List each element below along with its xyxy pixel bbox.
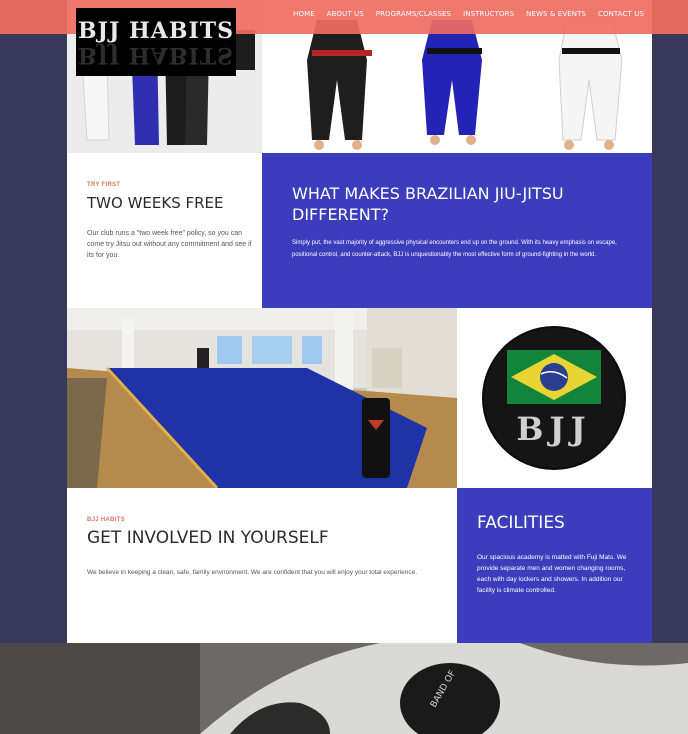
nav-home[interactable]: HOME	[293, 10, 315, 18]
site-logo[interactable]: BJJ HABITS BJJ HABITS	[76, 8, 236, 76]
get-involved-section: BJJ HABITS GET INVOLVED IN YOURSELF We b…	[67, 488, 457, 643]
logo-reflection: BJJ HABITS	[77, 42, 235, 68]
try-first-section: TRY FIRST TWO WEEKS FREE Our club runs a…	[67, 153, 262, 308]
bjj-info-title: WHAT MAKES BRAZILIAN JIU-JITSU DIFFERENT…	[292, 184, 564, 224]
logo-text: BJJ HABITS	[77, 18, 235, 44]
try-first-kicker: TRY FIRST	[87, 182, 121, 188]
facilities-section: FACILITIES Our spacious academy is matte…	[457, 488, 652, 643]
try-first-body: Our club runs a "two week free" policy, …	[87, 230, 252, 259]
badge-text: BJJ	[516, 410, 591, 448]
try-first-title: TWO WEEKS FREE	[87, 194, 224, 212]
bjj-badge-area: BJJ	[457, 308, 652, 488]
bjj-info-body: Simply put, the vast majority of aggress…	[292, 240, 617, 258]
bjj-info-section: WHAT MAKES BRAZILIAN JIU-JITSU DIFFERENT…	[262, 153, 652, 308]
page-content: TRY FIRST TWO WEEKS FREE Our club runs a…	[67, 0, 652, 643]
involved-kicker: BJJ HABITS	[87, 517, 126, 523]
gym-photo	[67, 308, 457, 488]
facilities-body: Our spacious academy is matted with Fuji…	[477, 554, 627, 594]
facilities-title: FACILITIES	[477, 513, 565, 533]
nav-instructors[interactable]: INSTRUCTORS	[463, 10, 514, 18]
main-nav: HOME ABOUT US PROGRAMS/CLASSES INSTRUCTO…	[293, 10, 644, 18]
nav-news-events[interactable]: NEWS & EVENTS	[526, 10, 586, 18]
nav-bar-right-edge	[652, 0, 688, 34]
nav-programs-classes[interactable]: PROGRAMS/CLASSES	[376, 10, 451, 18]
nav-contact-us[interactable]: CONTACT US	[598, 10, 644, 18]
nav-about-us[interactable]: ABOUT US	[327, 10, 364, 18]
involved-title: GET INVOLVED IN YOURSELF	[87, 528, 329, 548]
involved-body: We believe in keeping a clean, safe, fam…	[87, 569, 417, 576]
nav-bar-left-edge	[0, 0, 67, 34]
bottom-banner-image: BAND OF	[0, 643, 688, 734]
